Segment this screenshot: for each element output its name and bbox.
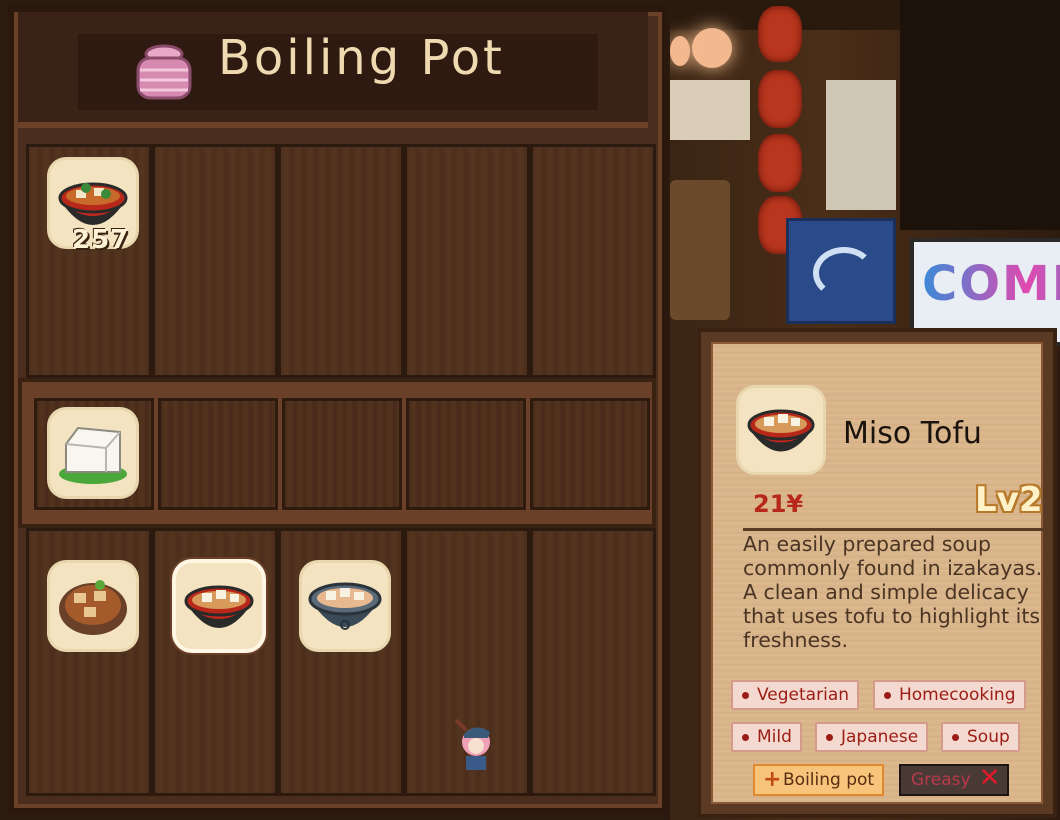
tag-soup: Soup [941,722,1020,752]
grid-cell[interactable] [530,144,656,378]
divider [743,528,1043,531]
menu-board [670,80,750,140]
player-character-sprite [454,718,490,770]
bullet-icon [952,734,959,741]
plus-icon: + [763,767,782,792]
miso-tofu-icon [184,585,254,628]
paper-lantern-icon [758,6,802,62]
dish-slot-miso-tofu[interactable] [176,563,262,649]
grid-cell[interactable] [530,528,656,796]
panel-title: Boiling Pot [218,30,505,86]
bullet-icon [742,692,749,699]
dish-level: Lv2 [975,480,1043,520]
wave-icon [813,247,875,299]
shelf-cell[interactable] [158,398,278,510]
ceiling-lamp [670,36,690,66]
paper-lantern-icon [758,70,802,128]
ingredient-quantity: 257 [72,225,130,255]
tag-mild: Mild [731,722,802,752]
cross-icon: ✕ [978,763,1001,793]
tag-label: Japanese [841,727,919,747]
ceiling-lamp [692,28,732,68]
background-pot [670,180,730,320]
grid-cell[interactable] [404,144,530,378]
tofu-icon [59,426,127,484]
shelf-cell[interactable] [282,398,402,510]
tag-label: Soup [967,727,1010,747]
tofu-stew-icon [308,582,382,630]
dish-info-card: Miso Tofu 21¥ Lv2 An easily prepared sou… [697,328,1057,818]
bullet-icon [742,734,749,741]
tag-label: Mild [757,727,792,747]
grid-cell[interactable] [152,144,278,378]
negative-tag-label: Greasy [911,770,971,790]
dish-info-icon-frame [739,388,823,472]
dish-slot-tofu-stew[interactable] [302,563,388,649]
grid-cell[interactable] [278,144,404,378]
bullet-icon [826,734,833,741]
shelf-cell[interactable] [530,398,650,510]
bullet-icon [884,692,891,699]
dish-name: Miso Tofu [843,416,982,451]
tag-vegetarian: Vegetarian [731,680,860,710]
combo-sign-text: COMBO [922,256,1060,312]
tag-japanese: Japanese [815,722,929,752]
cookware-tag: + Boiling pot [753,764,885,796]
dish-description: An easily prepared soup commonly found i… [743,532,1043,652]
braised-tofu-icon [59,580,127,635]
dish-info-paper: Miso Tofu 21¥ Lv2 An easily prepared sou… [711,342,1043,804]
noren-banner [786,218,896,324]
tag-label: Vegetarian [757,685,850,705]
shoji-window [826,80,896,210]
shelf-cell[interactable] [406,398,526,510]
paper-lantern-icon [758,134,802,192]
wall-shadow [900,0,1060,230]
cookware-tag-label: Boiling pot [783,770,875,790]
dish-slot-braised-tofu[interactable] [50,563,136,649]
tag-label: Homecooking [899,685,1016,705]
miso-tofu-icon [747,409,815,452]
negative-tag: Greasy ✕ [899,764,1009,796]
dish-price: 21¥ [753,490,804,518]
boiling-pot-icon [136,44,192,100]
tag-homecooking: Homecooking [873,680,1026,710]
ingredient-slot-tofu[interactable] [50,410,136,496]
